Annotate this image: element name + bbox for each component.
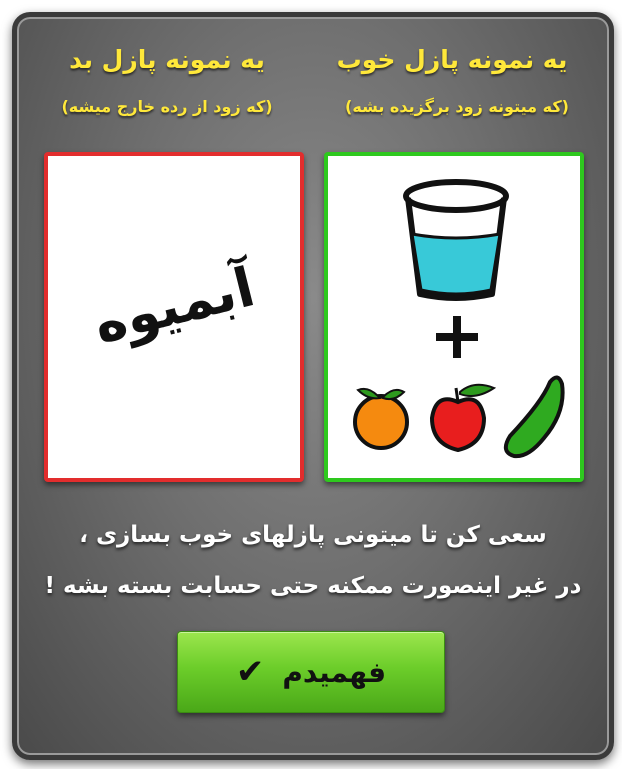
plus-icon bbox=[436, 316, 478, 358]
warning-message-line2: در غیر اینصورت ممکنه حتی حسابت بسته بشه … bbox=[44, 573, 582, 599]
good-puzzle-illustration bbox=[353, 179, 565, 459]
apple-fruit-icon bbox=[429, 383, 497, 453]
bad-example-subtitle: (که زود از رده خارج میشه) bbox=[61, 97, 273, 116]
checkmark-icon: ✔ bbox=[235, 652, 265, 692]
bad-example-card: آبمیوه bbox=[44, 152, 304, 482]
water-glass-icon bbox=[403, 179, 509, 301]
orange-fruit-icon bbox=[353, 387, 409, 450]
good-example-subtitle: (که میتونه زود برگزیده بشه) bbox=[345, 97, 569, 116]
understood-button[interactable]: فهمیدم ✔ bbox=[177, 631, 445, 713]
warning-message-line1: سعی کن تا میتونی پازلهای خوب بسازی ، bbox=[79, 522, 547, 548]
good-example-title: یه نمونه پازل خوب bbox=[336, 45, 568, 74]
bad-puzzle-word: آبمیوه bbox=[87, 255, 261, 356]
bad-example-title: یه نمونه پازل بد bbox=[69, 45, 265, 74]
cucumber-icon bbox=[503, 375, 565, 459]
puzzle-guide-dialog: یه نمونه پازل خوب (که میتونه زود برگزیده… bbox=[12, 12, 614, 760]
good-example-card bbox=[324, 152, 584, 482]
understood-button-label: فهمیدم bbox=[282, 655, 387, 689]
